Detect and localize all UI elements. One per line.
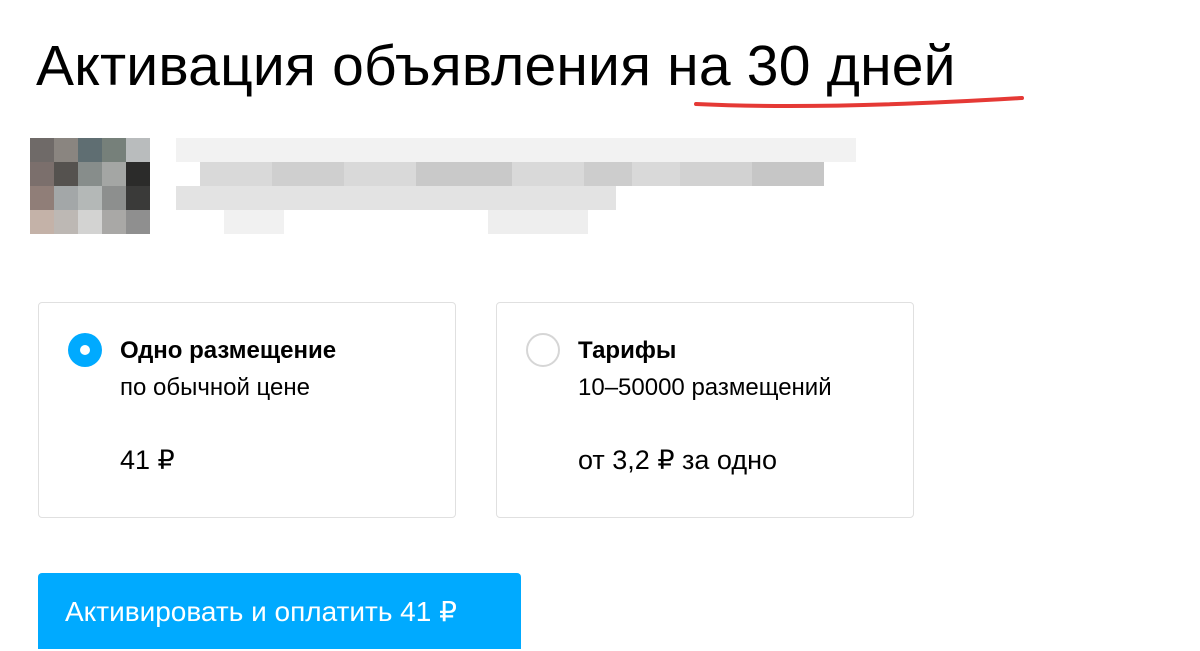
radio-unselected-icon[interactable] [526,333,560,367]
option-price: 41 ₽ [120,445,175,475]
option-price: от 3,2 ₽ за одно [578,445,778,475]
option-card-single-placement[interactable]: Одно размещение по обычной цене 41 ₽ [38,302,456,518]
radio-selected-icon[interactable] [68,333,102,367]
activate-and-pay-button[interactable]: Активировать и оплатить 41 ₽ [38,573,521,649]
option-title: Одно размещение [120,337,337,364]
option-subtitle: по обычной цене [120,374,310,401]
option-card-tariffs[interactable]: Тарифы 10–50000 размещений от 3,2 ₽ за о… [496,302,914,518]
option-subtitle: 10–50000 размещений [578,374,832,401]
option-title: Тарифы [578,337,677,364]
listing-thumbnail-pixelated [30,138,150,234]
underline-stroke [694,96,1024,108]
listing-title-pixelated [176,138,856,234]
title-underline-decoration [694,96,1024,108]
